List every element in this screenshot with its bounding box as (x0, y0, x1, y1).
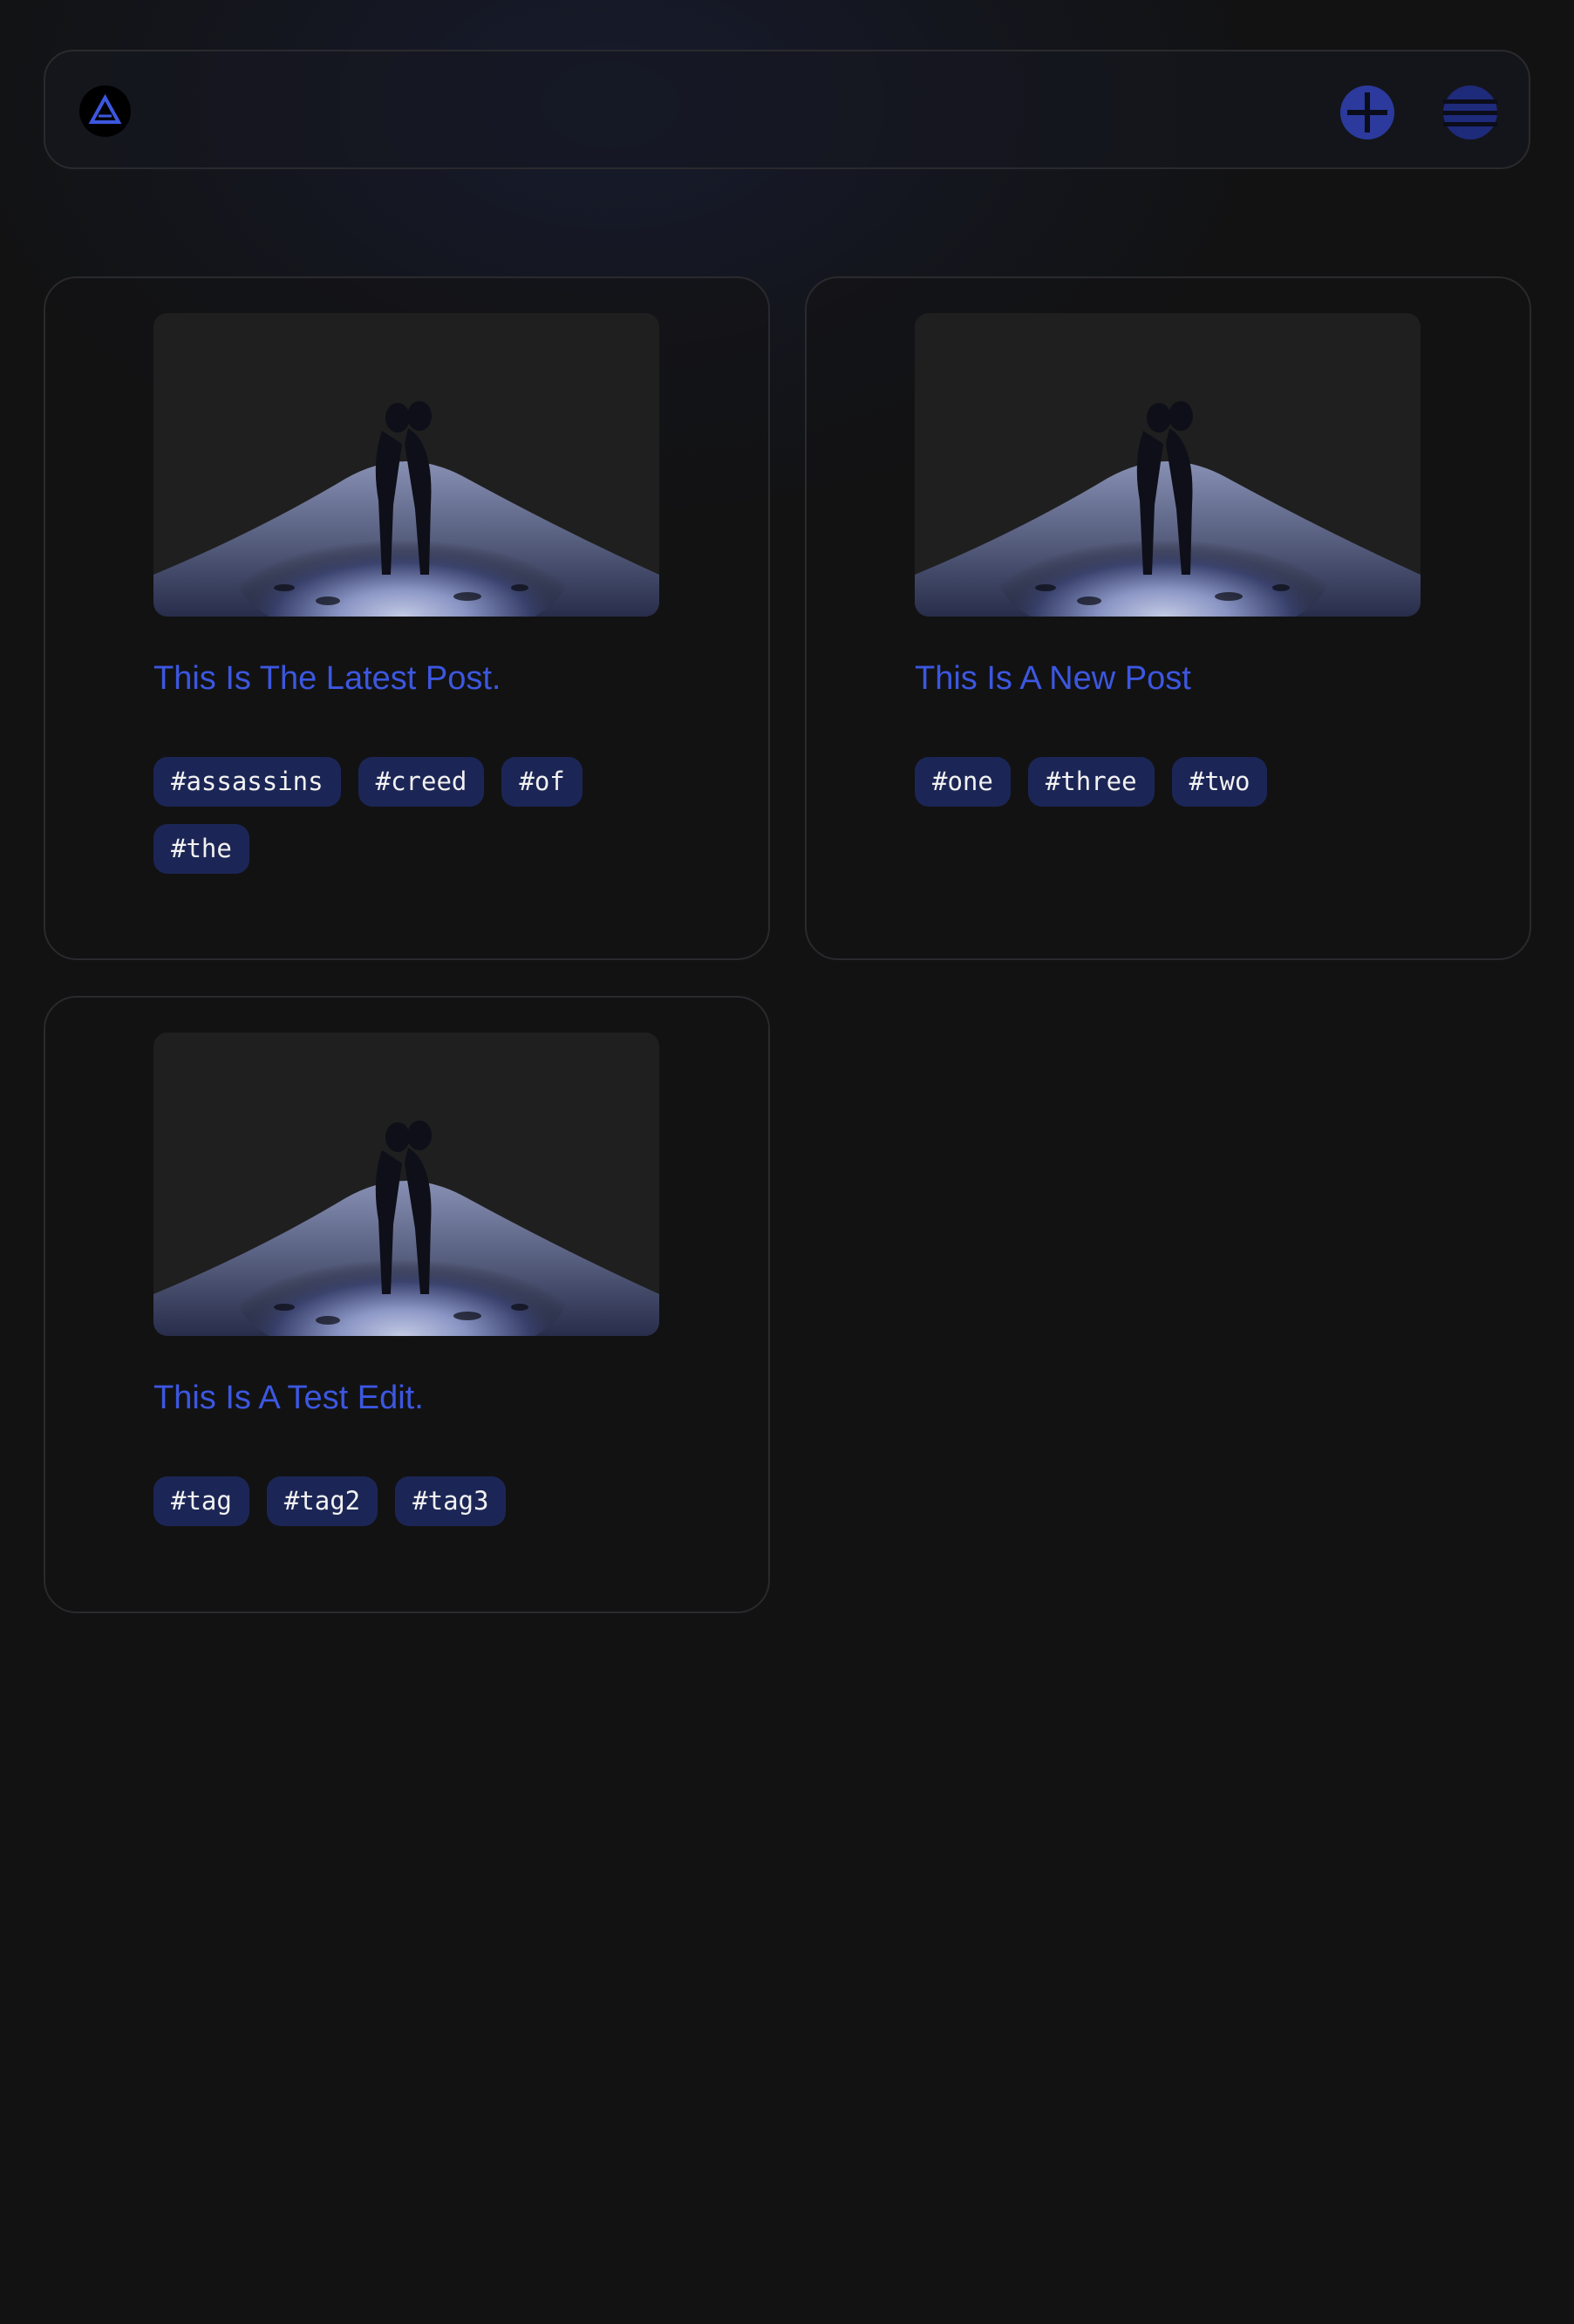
post-card[interactable]: This Is A Test Edit. #tag #tag2 #tag3 (44, 996, 770, 1613)
menu-button[interactable] (1443, 85, 1497, 140)
photo-image (915, 313, 1421, 617)
post-card[interactable]: This Is A New Post #one #three #two (805, 276, 1531, 960)
post-title[interactable]: This Is A New Post (915, 660, 1473, 698)
tag-chip[interactable]: #one (915, 757, 1011, 807)
photo-image (153, 1033, 659, 1336)
tag-list: #assassins #creed #of #the (153, 757, 694, 874)
tag-chip[interactable]: #the (153, 824, 249, 874)
hamburger-menu-icon (1443, 99, 1497, 126)
tag-chip[interactable]: #assassins (153, 757, 341, 807)
post-title[interactable]: This Is The Latest Post. (153, 660, 712, 698)
add-post-button[interactable] (1340, 85, 1394, 140)
tag-chip[interactable]: #three (1027, 757, 1155, 807)
tag-list: #one #three #two (915, 757, 1455, 807)
post-card[interactable]: This Is The Latest Post. #assassins #cre… (44, 276, 770, 960)
plus-circle-icon (1347, 92, 1387, 133)
tag-chip[interactable]: #two (1171, 757, 1268, 807)
tag-chip[interactable]: #tag (153, 1476, 249, 1526)
post-title[interactable]: This Is A Test Edit. (153, 1380, 712, 1417)
tag-list: #tag #tag2 #tag3 (153, 1476, 694, 1526)
top-navbar (44, 50, 1530, 169)
tag-chip[interactable]: #of (501, 757, 583, 807)
app-logo-icon[interactable] (79, 85, 131, 137)
post-image[interactable] (153, 313, 659, 617)
post-image[interactable] (915, 313, 1421, 617)
logo-glyph (88, 93, 122, 124)
tag-chip[interactable]: #creed (358, 757, 485, 807)
photo-image (153, 313, 659, 617)
tag-chip[interactable]: #tag2 (266, 1476, 378, 1526)
tag-chip[interactable]: #tag3 (395, 1476, 507, 1526)
post-image[interactable] (153, 1033, 659, 1336)
